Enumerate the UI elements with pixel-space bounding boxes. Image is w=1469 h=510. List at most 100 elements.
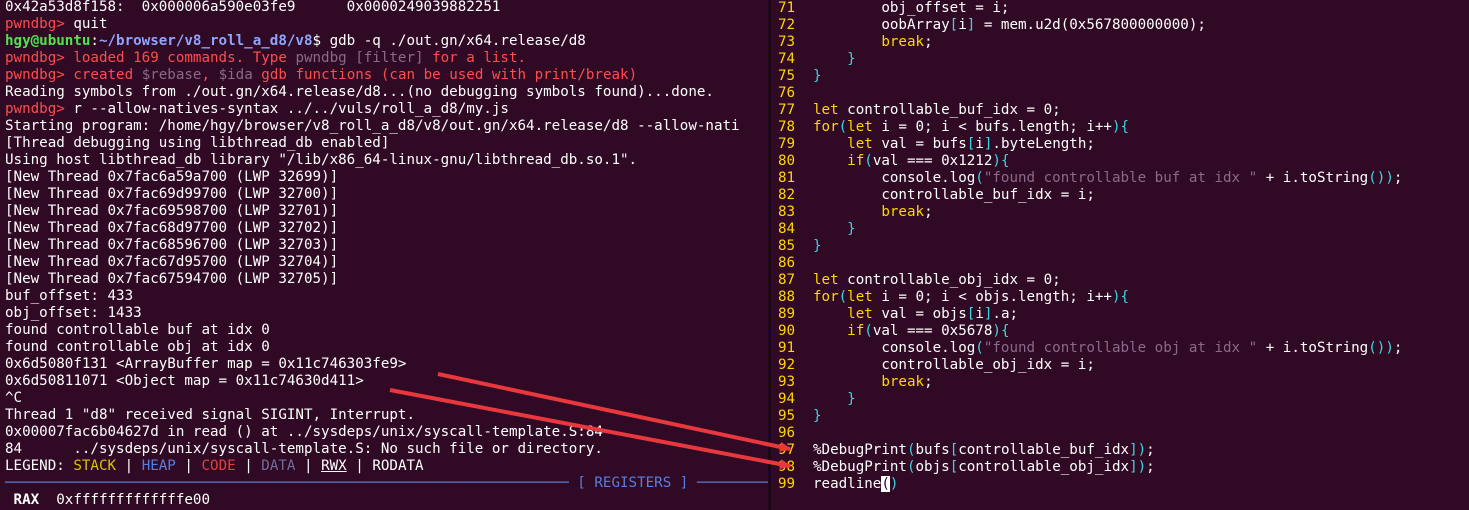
code-line: 97 %DebugPrint(bufs[controllable_buf_idx]… [771, 442, 1469, 459]
code-line: 87 let controllable_obj_idx = 0; [771, 272, 1469, 289]
new-thread-line: [New Thread 0x7fac69598700 (LWP 32701)] [5, 203, 339, 219]
line-number: 72 [778, 17, 796, 33]
code-token: if [847, 153, 865, 169]
code-token: .byteLength; [992, 136, 1095, 152]
quit-command-line: pwndbg> quit [0, 16, 768, 33]
line-number: 88 [778, 289, 796, 305]
code-token: + i.toString [1257, 340, 1369, 356]
code-token: break [881, 374, 925, 390]
starting-program-line: Starting program: /home/hgy/browser/v8_r… [5, 118, 740, 134]
code-token: ]) [1129, 442, 1147, 458]
code-token: console.log [813, 170, 976, 186]
line-number: 96 [778, 425, 796, 441]
found-buf-line: found controllable buf at idx 0 [5, 322, 270, 338]
legend-code: CODE [201, 458, 236, 474]
code-token: ( [881, 476, 890, 492]
editor-pane[interactable]: 71 obj_offset = i; 72 oobArray[i] = mem.u… [771, 0, 1469, 510]
gdb-terminal-pane[interactable]: 0x42a53d8f158: 0x000006a590e03fe9 0x0000… [0, 0, 768, 510]
code-token: if [847, 323, 865, 339]
code-token: ( [838, 119, 848, 135]
legend-heap: HEAP [141, 458, 176, 474]
code-token: ; [1146, 442, 1155, 458]
line-number: 90 [778, 323, 796, 339]
code-line: 99 readline() [771, 476, 1469, 493]
line-number: 73 [778, 34, 796, 50]
line-number: 93 [778, 374, 796, 390]
thread-debugging-line: [Thread debugging using libthread_db ena… [5, 135, 390, 151]
line-number: 83 [778, 204, 796, 220]
legend-sep: | [175, 458, 202, 474]
line-number: 94 [778, 391, 796, 407]
code-token: ){ [1111, 289, 1130, 305]
pwndbg-loaded-line: pwndbg> loaded 169 commands. Type pwndbg… [0, 50, 768, 67]
code-token: [ [949, 459, 959, 475]
code-token: controllable_buf_idx = 0; [838, 102, 1061, 118]
code-token: break [881, 34, 925, 50]
line-number: 77 [778, 102, 796, 118]
code-token: val === 0x1212 [872, 153, 993, 169]
code-line: 88 for(let i = 0; i < objs.length; i++){ [771, 289, 1469, 306]
code-token: ; [1393, 170, 1403, 186]
line-number: 71 [778, 0, 796, 16]
legend-sep: | [346, 458, 373, 474]
code-lines: 71 obj_offset = i; 72 oobArray[i] = mem.u… [771, 0, 1469, 493]
found-obj-line: found controllable obj at idx 0 [5, 339, 270, 355]
code-token: for [813, 119, 839, 135]
code-token: ()) [1368, 170, 1394, 186]
sigint-line: Thread 1 "d8" received signal SIGINT, In… [5, 407, 415, 423]
legend-data: DATA [261, 458, 296, 474]
new-thread-line: [New Thread 0x7fac6a59a700 (LWP 32699)] [5, 169, 339, 185]
code-token: oobArray [813, 17, 950, 33]
code-line: 81 console.log("found controllable buf a… [771, 170, 1469, 187]
code-token: val === 0x5678 [872, 323, 993, 339]
line-number: 84 [778, 221, 796, 237]
code-token: controllable_buf_idx = i; [813, 187, 1095, 203]
code-token: ){ [1111, 119, 1130, 135]
code-line: 98 %DebugPrint(objs[controllable_obj_idx]… [771, 459, 1469, 476]
code-token: } [847, 391, 856, 407]
rax-label: RAX [5, 492, 48, 508]
code-token: i = 0; i < bufs.length; i++ [872, 119, 1112, 135]
code-token: ; [924, 204, 933, 220]
line-number: 81 [778, 170, 796, 186]
code-token: i [975, 136, 984, 152]
code-token: bufs [915, 442, 950, 458]
code-token: ( [975, 340, 984, 356]
code-line: 96 [771, 425, 1469, 442]
code-token: let [847, 136, 873, 152]
code-line: 80 if(val === 0x1212){ [771, 153, 1469, 170]
command-text: quit [64, 16, 108, 32]
code-line: 78 for(let i = 0; i < bufs.length; i++){ [771, 119, 1469, 136]
created-sep: , [201, 67, 219, 83]
code-token: i = 0; i < objs.length; i++ [872, 289, 1112, 305]
rebase-var: $rebase [141, 67, 202, 83]
pwndbg-prompt: pwndbg> [5, 101, 65, 117]
legend-stack: STACK [73, 458, 117, 474]
shell-user: hgy@ubuntu [5, 33, 91, 49]
legend-rwx: RWX [321, 458, 347, 474]
line-number: 89 [778, 306, 796, 322]
pwndbg-created-line: pwndbg> created $rebase, $ida gdb functi… [0, 67, 768, 84]
code-line: 90 if(val === 0x5678){ [771, 323, 1469, 340]
line-number: 91 [778, 340, 796, 356]
memory-dump-line: 0x42a53d8f158: 0x000006a590e03fe9 0x0000… [5, 0, 501, 15]
rax-value: 0xfffffffffffffe00 [47, 492, 211, 508]
line-number: 85 [778, 238, 796, 254]
code-token: obj_offset = i; [813, 0, 1010, 16]
object-map-line: 0x6d50811071 <Object map = 0x11c74630d41… [5, 373, 364, 389]
line-number: 78 [778, 119, 796, 135]
code-token: ; [924, 34, 933, 50]
new-thread-line: [New Thread 0x7fac68d97700 (LWP 32702)] [5, 220, 339, 236]
code-token: [ [949, 17, 959, 33]
code-token: ( [906, 459, 916, 475]
line-number: 92 [778, 357, 796, 373]
obj-offset-line: obj_offset: 1433 [5, 305, 142, 321]
code-line: 77 let controllable_buf_idx = 0; [771, 102, 1469, 119]
line-number: 86 [778, 255, 796, 271]
code-token: } [813, 238, 822, 254]
code-token: val = objs [872, 306, 967, 322]
line-number: 97 [778, 442, 796, 458]
